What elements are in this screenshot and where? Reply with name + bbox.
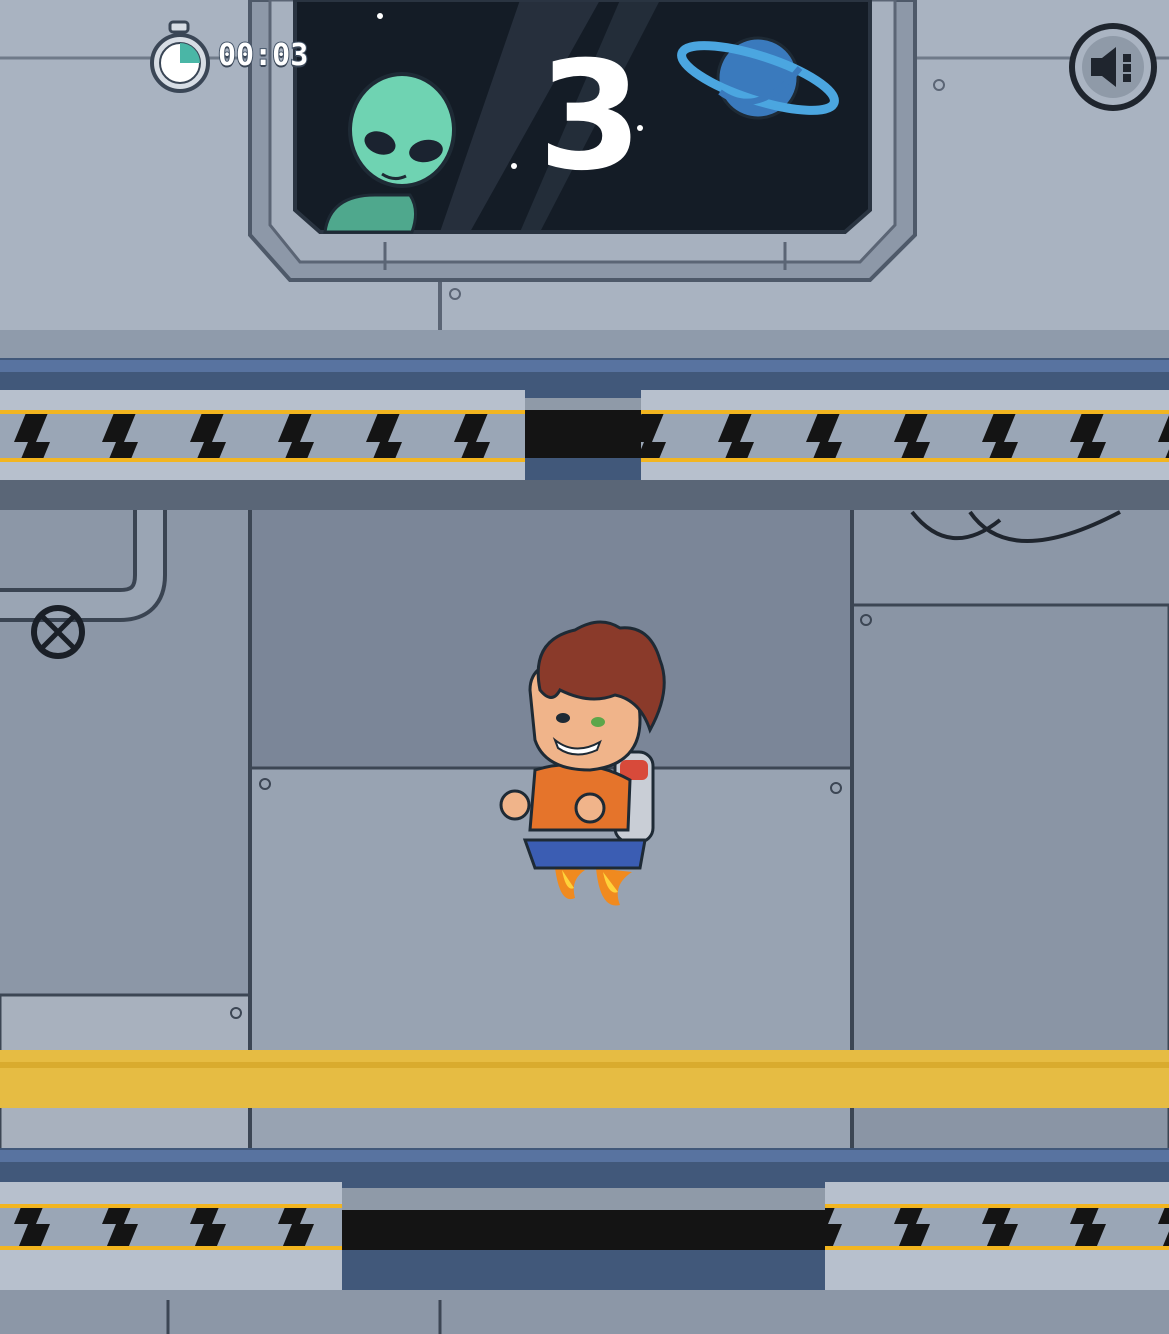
upper-hazard-rail <box>0 358 1169 510</box>
score-counter: 3 <box>538 30 642 204</box>
game-stage[interactable]: 00:03 3 <box>0 0 1169 1334</box>
floor-stripe <box>0 1050 1169 1108</box>
timer-label: 00:03 <box>217 38 309 73</box>
sound-toggle-button[interactable] <box>1066 20 1160 114</box>
speaker-icon <box>1069 23 1157 111</box>
lower-hazard-rail <box>0 1148 1169 1334</box>
